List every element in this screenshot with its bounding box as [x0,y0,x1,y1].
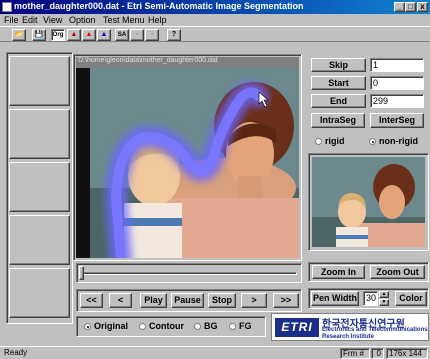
frame-slider-track[interactable] [79,272,297,275]
help-icon[interactable]: ? [167,29,181,41]
rigid-radio[interactable]: rigid [315,136,345,146]
preview-image [312,157,425,247]
radio-icon [315,138,322,145]
skip-field[interactable]: 1 [370,58,424,72]
end-button[interactable]: End [311,94,366,108]
video-canvas[interactable] [76,68,299,258]
etri-english-line2: Research Institute [322,334,375,340]
video-frame-image [76,68,299,258]
app-icon [2,2,12,12]
radio-icon [194,323,201,330]
next-frame-button[interactable]: > [241,293,267,308]
thumbnail-slot[interactable] [9,109,70,159]
pen-width-button[interactable]: Pen Width [311,291,359,306]
thumbnail-slot[interactable] [9,56,70,106]
file-path-label: D:\home\gleon\data\mother_daughter000.da… [76,57,299,68]
radio-icon [229,323,236,330]
frame-number-value: 0 [371,348,384,359]
pause-button[interactable]: Pause [171,293,204,308]
thumbnail-slot[interactable] [9,162,70,212]
view-bg-radio[interactable]: BG [194,321,218,331]
close-button[interactable]: x [417,2,428,12]
skip-button[interactable]: Skip [311,58,366,72]
interseg-button[interactable]: InterSeg [370,113,424,128]
zoom-in-button[interactable]: Zoom In [312,265,365,279]
menu-help[interactable]: Help [148,15,167,25]
status-text: Ready [4,348,28,357]
frame-slider-thumb[interactable] [79,266,84,280]
thumbnail-slot[interactable] [9,268,70,318]
etri-english-line1: Electronics and Telecommunications [322,327,428,333]
open-icon[interactable]: 📂 [12,29,26,41]
menu-option[interactable]: Option [69,15,96,25]
intraseg-button[interactable]: IntraSeg [311,113,365,128]
segment-red-icon[interactable]: ▲ [67,29,81,41]
menu-file[interactable]: File [4,15,19,25]
start-button[interactable]: Start [311,76,366,90]
stop-button[interactable]: Stop [208,293,236,308]
play-button[interactable]: Play [140,293,167,308]
last-frame-button[interactable]: >> [273,293,299,308]
menu-test[interactable]: Test Menu [103,15,145,25]
preview-picture [312,157,425,247]
minimize-button[interactable]: _ [394,2,405,12]
toolbar: 📂 💾 Org ▲ ▲ ▲ SA ▫ ▫ ? [0,26,430,42]
end-field[interactable]: 299 [370,94,424,108]
segment-blue-icon[interactable]: ▲ [97,29,111,41]
prev-frame-button[interactable]: < [109,293,132,308]
zoom-out-button[interactable]: Zoom Out [370,265,425,279]
frame-number-label: Frm # [340,348,370,359]
menu-edit[interactable]: Edit [22,15,38,25]
etri-logo: ETRI 한국전자통신연구원 Electronics and Telecommu… [271,313,429,341]
title-bar: mother_daughter000.dat - Etri Semi-Autom… [0,0,430,14]
save-icon[interactable]: 💾 [32,29,46,41]
disabled-tool-icon: ▫ [130,29,144,41]
view-fg-radio[interactable]: FG [229,321,252,331]
disabled-tool-icon-2: ▫ [145,29,159,41]
maximize-button[interactable]: □ [405,2,416,12]
window-title: mother_daughter000.dat - Etri Semi-Autom… [14,1,304,11]
select-all-icon[interactable]: SA [115,29,129,41]
segment-mixed-icon[interactable]: ▲ [82,29,96,41]
spin-up-icon[interactable]: ▲ [379,291,389,298]
thumbnail-slot[interactable] [9,215,70,265]
image-size-label: 176x 144 [386,348,428,359]
first-frame-button[interactable]: << [80,293,103,308]
pen-width-field[interactable]: 30 [363,291,378,306]
nonrigid-radio[interactable]: non-rigid [369,136,418,146]
view-contour-radio[interactable]: Contour [139,321,184,331]
radio-icon [84,323,91,330]
menu-view[interactable]: View [43,15,62,25]
radio-icon [139,323,146,330]
radio-icon [369,138,376,145]
start-field[interactable]: 0 [370,76,424,90]
view-original-radio[interactable]: Original [84,321,128,331]
etri-brand: ETRI [275,318,319,337]
original-view-icon[interactable]: Org [51,29,65,41]
status-bar: Ready Frm # 0 176x 144 [0,346,430,359]
spin-down-icon[interactable]: ▼ [379,299,389,306]
color-button[interactable]: Color [395,291,427,306]
menu-bar: File Edit View Option Test Menu Help [0,14,430,26]
